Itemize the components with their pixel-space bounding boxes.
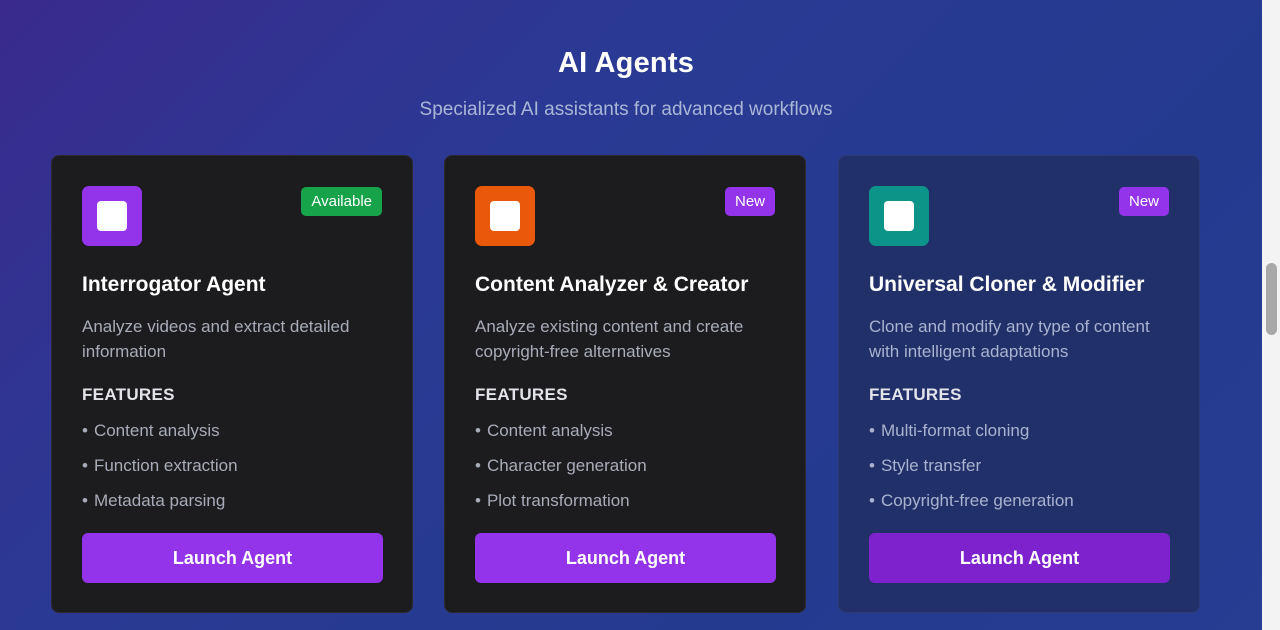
agent-icon-glyph [97, 201, 127, 231]
launch-agent-button[interactable]: Launch Agent [82, 533, 383, 583]
feature-item: Content analysis [475, 420, 647, 455]
agents-section: AI Agents Specialized AI assistants for … [0, 0, 1262, 630]
feature-list: Content analysis Character generation Pl… [475, 420, 647, 525]
agent-card-content-analyzer: New Content Analyzer & Creator Analyze e… [444, 155, 806, 613]
agent-icon [869, 186, 929, 246]
vertical-scrollbar[interactable] [1262, 0, 1280, 630]
agent-card-universal-cloner: New Universal Cloner & Modifier Clone an… [838, 155, 1200, 613]
agent-icon [82, 186, 142, 246]
feature-item: Function extraction [82, 455, 238, 490]
feature-item: Metadata parsing [82, 490, 238, 525]
section-subtitle: Specialized AI assistants for advanced w… [419, 99, 833, 120]
launch-agent-button[interactable]: Launch Agent [475, 533, 776, 583]
agent-icon-glyph [884, 201, 914, 231]
card-title: Content Analyzer & Creator [475, 273, 749, 296]
feature-list: Multi-format cloning Style transfer Copy… [869, 420, 1074, 525]
status-badge: New [724, 187, 775, 216]
feature-item: Character generation [475, 455, 647, 490]
features-label: FEATURES [475, 385, 568, 404]
feature-list: Content analysis Function extraction Met… [82, 420, 238, 525]
agent-card-interrogator: Available Interrogator Agent Analyze vid… [51, 155, 413, 613]
card-title: Universal Cloner & Modifier [869, 273, 1145, 296]
status-badge: Available [301, 187, 382, 216]
card-title: Interrogator Agent [82, 273, 266, 296]
feature-item: Content analysis [82, 420, 238, 455]
agent-icon [475, 186, 535, 246]
agent-icon-glyph [490, 201, 520, 231]
feature-item: Copyright-free generation [869, 490, 1074, 525]
scrollbar-thumb[interactable] [1266, 263, 1277, 335]
features-label: FEATURES [869, 385, 962, 404]
feature-item: Plot transformation [475, 490, 647, 525]
card-description: Analyze existing content and create copy… [475, 317, 744, 361]
features-label: FEATURES [82, 385, 175, 404]
card-description: Analyze videos and extract detailed info… [82, 317, 350, 361]
launch-agent-button[interactable]: Launch Agent [869, 533, 1170, 583]
section-title: AI Agents [557, 47, 695, 79]
feature-item: Multi-format cloning [869, 420, 1074, 455]
status-badge: New [1118, 187, 1169, 216]
card-description: Clone and modify any type of content wit… [869, 317, 1150, 361]
feature-item: Style transfer [869, 455, 1074, 490]
